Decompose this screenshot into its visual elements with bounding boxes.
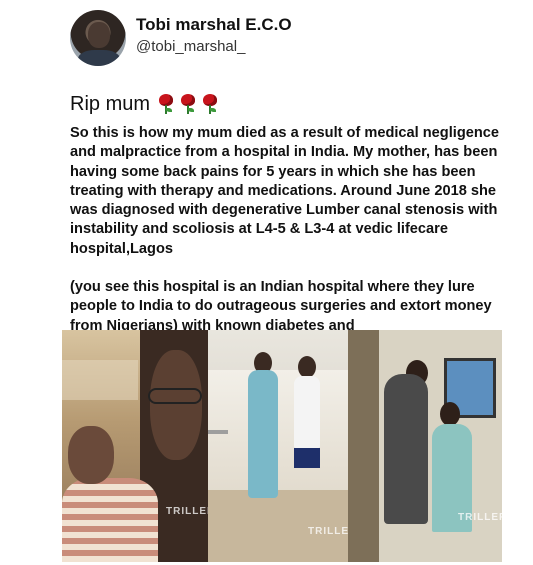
handrail (208, 430, 228, 434)
man-face (150, 350, 202, 460)
media-strip[interactable]: TRILLER TRILLER TRILLER (62, 330, 502, 562)
photo-selfie[interactable]: TRILLER (62, 330, 208, 562)
wall-frame (62, 360, 138, 400)
woman-striped-top (62, 478, 158, 562)
avatar-shirt (78, 50, 120, 66)
triller-watermark: TRILLER (308, 526, 348, 537)
photo-hospital-room[interactable]: TRILLER (348, 330, 502, 562)
triller-watermark: TRILLER (166, 506, 208, 517)
glasses (148, 388, 202, 404)
nurse-head (298, 356, 316, 378)
post-paragraph: So this is how my mum died as a result o… (70, 125, 500, 257)
avatar-face (88, 22, 110, 48)
patient-head (440, 402, 460, 426)
post-title-line: Rip mum (70, 92, 224, 116)
rose-icon (158, 94, 174, 114)
triller-watermark: TRILLER (458, 512, 502, 523)
post-paragraph: (you see this hospital is an Indian hosp… (70, 279, 492, 334)
tweet-header: Tobi marshal E.C.O @tobi_marshal_ (70, 10, 510, 70)
post-title: Rip mum (70, 92, 151, 115)
patient-scrubs (248, 370, 278, 498)
photo-hospital-corridor[interactable]: TRILLER (208, 330, 348, 562)
rose-icon (180, 94, 196, 114)
avatar[interactable] (70, 10, 126, 66)
user-handle[interactable]: @tobi_marshal_ (136, 38, 245, 55)
woman-face (68, 426, 114, 484)
nurse-skirt (294, 448, 320, 468)
rose-icon (202, 94, 218, 114)
nurse-uniform (294, 376, 320, 448)
post-body: So this is how my mum died as a result o… (70, 124, 500, 336)
display-name[interactable]: Tobi marshal E.C.O (136, 15, 292, 35)
man-figure (384, 374, 428, 524)
